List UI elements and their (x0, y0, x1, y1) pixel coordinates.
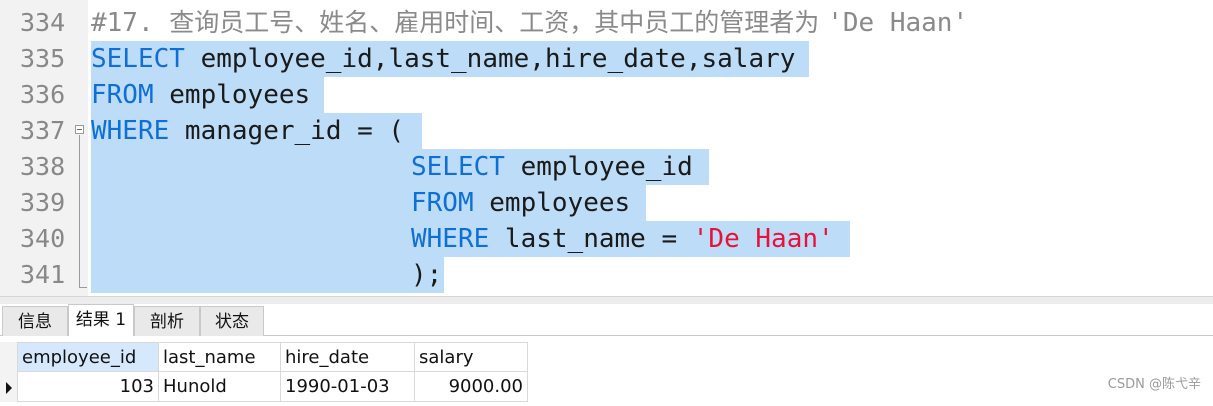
selected-code: FROM employees (411, 185, 647, 221)
selected-code: WHERE manager_id = ( (91, 113, 423, 149)
comment-text: #17. 查询员工号、姓名、雇用时间、工资，其中员工的管理者为 'De Haan… (91, 8, 969, 38)
line-number: 337 (20, 116, 66, 145)
sql-keyword: SELECT (91, 44, 185, 74)
sql-keyword: FROM (411, 188, 474, 218)
sql-keyword: FROM (91, 80, 154, 110)
selected-code: FROM employees (91, 77, 325, 113)
selection-indent (91, 149, 411, 185)
selected-code: SELECT employee_id (411, 149, 709, 185)
selected-code: ); (411, 257, 445, 293)
tab-profile[interactable]: 剖析 (134, 306, 200, 336)
result-tabs: 信息 结果 1 剖析 状态 (0, 304, 1213, 337)
column-header-hire-date[interactable]: hire_date (281, 342, 415, 372)
column-header-employee-id[interactable]: employee_id (18, 342, 159, 372)
code-line-341[interactable]: 341 ); (0, 257, 1213, 293)
tab-info[interactable]: 信息 (2, 306, 68, 336)
code-line-339[interactable]: 339 FROM employees (0, 185, 1213, 221)
row-indicator[interactable] (0, 372, 18, 402)
sql-string-literal: 'De Haan' (692, 224, 834, 254)
line-number: 340 (20, 224, 66, 253)
selected-code: WHERE last_name = 'De Haan' (411, 221, 850, 257)
column-header-last-name[interactable]: last_name (159, 342, 281, 372)
header-row-indicator (0, 342, 18, 372)
line-number: 336 (20, 80, 66, 109)
selected-code: SELECT employee_id,last_name,hire_date,s… (91, 41, 810, 77)
table-cell-salary[interactable]: 9000.00 (415, 372, 528, 402)
line-number: 335 (20, 44, 66, 73)
code-line-335[interactable]: 335 SELECT employee_id,last_name,hire_da… (0, 41, 1213, 77)
table-cell-employee-id[interactable]: 103 (18, 372, 159, 402)
code-line-338[interactable]: 338 SELECT employee_id (0, 149, 1213, 185)
tab-status[interactable]: 状态 (200, 306, 264, 336)
fold-collapse-icon[interactable] (75, 125, 84, 134)
column-header-salary[interactable]: salary (415, 342, 528, 372)
sql-editor[interactable]: 334 #17. 查询员工号、姓名、雇用时间、工资，其中员工的管理者为 'De … (0, 0, 1213, 296)
watermark-text: CSDN @陈弋辛 (1107, 377, 1201, 392)
sql-keyword: SELECT (411, 152, 505, 182)
code-line-337[interactable]: 337 WHERE manager_id = ( (0, 113, 1213, 149)
tab-result-1[interactable]: 结果 1 (68, 304, 134, 337)
line-number: 339 (20, 188, 66, 217)
line-number: 338 (20, 152, 66, 181)
panel-splitter[interactable] (0, 296, 1213, 304)
code-line-340[interactable]: 340 WHERE last_name = 'De Haan' (0, 221, 1213, 257)
sql-keyword: WHERE (91, 116, 170, 146)
table-cell-hire-date[interactable]: 1990-01-03 (281, 372, 415, 402)
sql-keyword: WHERE (411, 224, 490, 254)
code-line-336[interactable]: 336 FROM employees (0, 77, 1213, 113)
result-grid[interactable]: employee_id last_name hire_date salary 1… (0, 336, 1213, 406)
line-number: 341 (20, 260, 66, 289)
selection-indent (91, 185, 411, 221)
table-cell-last-name[interactable]: Hunold (159, 372, 281, 402)
current-row-arrow-icon (6, 382, 12, 394)
selection-indent (91, 257, 411, 293)
selection-indent (91, 221, 411, 257)
code-line-334[interactable]: 334 #17. 查询员工号、姓名、雇用时间、工资，其中员工的管理者为 'De … (0, 5, 1213, 41)
line-number: 334 (20, 8, 66, 37)
